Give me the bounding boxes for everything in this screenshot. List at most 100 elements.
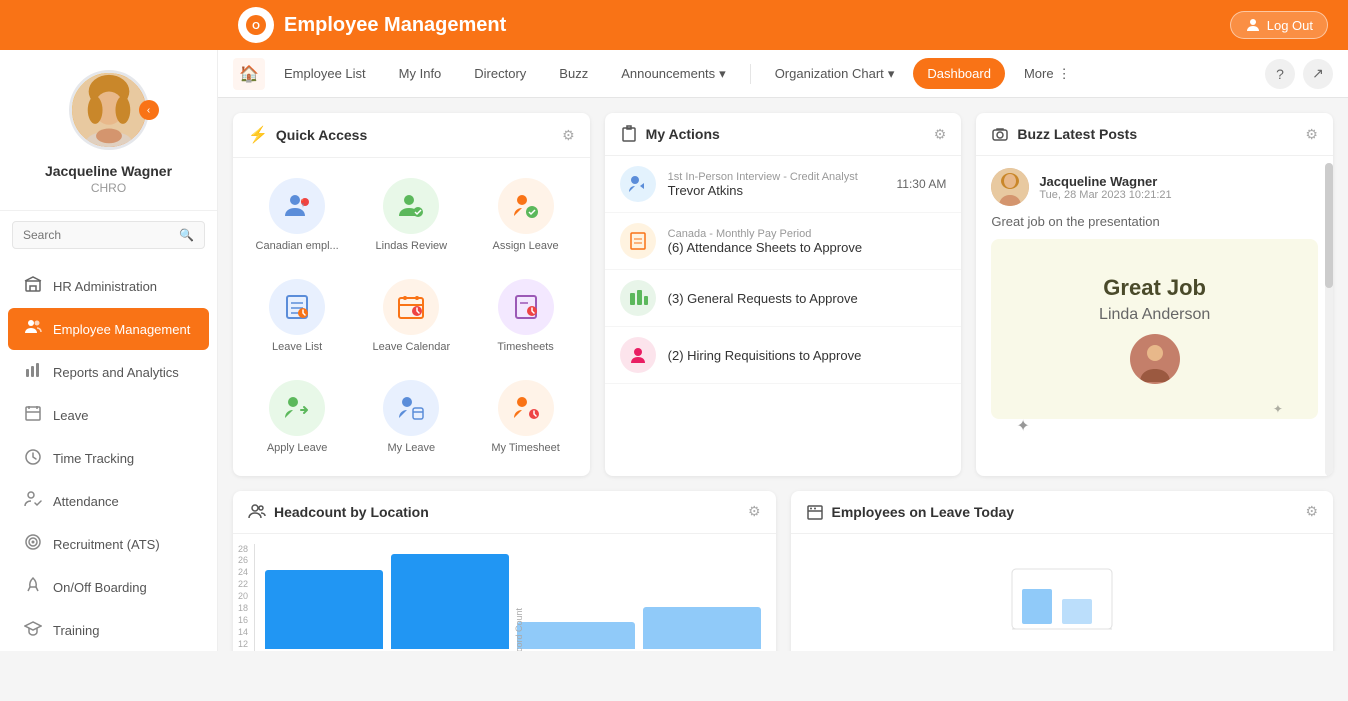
hr-admin-icon — [23, 275, 43, 297]
sidebar-item-training[interactable]: Training — [8, 609, 209, 651]
clipboard-icon — [620, 125, 638, 143]
tab-home-button[interactable]: 🏠 — [233, 58, 265, 90]
quick-access-title: ⚡ Quick Access — [248, 125, 562, 145]
share-button[interactable]: ↗ — [1303, 59, 1333, 89]
tabs-bar: 🏠 Employee List My Info Directory Buzz A… — [218, 50, 1348, 98]
interview-text: 1st In-Person Interview - Credit Analyst… — [668, 171, 885, 198]
dashboard-grid: ⚡ Quick Access ⚙ 📍 Canadian empl... — [218, 98, 1348, 491]
buzz-user-avatar-svg — [991, 168, 1029, 206]
svg-text:📍: 📍 — [298, 198, 308, 208]
quick-item-my-leave[interactable]: My Leave — [359, 372, 463, 463]
headcount-settings-icon[interactable]: ⚙ — [748, 503, 761, 520]
action-item-interview[interactable]: 1st In-Person Interview - Credit Analyst… — [605, 156, 962, 213]
sidebar-item-time-tracking[interactable]: Time Tracking — [8, 437, 209, 479]
calendar-icon — [24, 404, 42, 422]
employees-on-leave-settings-icon[interactable]: ⚙ — [1305, 503, 1318, 520]
quick-item-canadian-empl[interactable]: 📍 Canadian empl... — [245, 170, 349, 261]
target-icon — [24, 533, 42, 551]
sidebar-item-hr-admin[interactable]: HR Administration — [8, 265, 209, 307]
avatar-container: ‹ — [69, 70, 149, 150]
sidebar-item-label: Training — [53, 623, 99, 638]
my-leave-icon — [383, 380, 439, 436]
sidebar-item-label: Recruitment (ATS) — [53, 537, 160, 552]
reports-icon — [23, 361, 43, 383]
quick-item-leave-calendar[interactable]: Leave Calendar — [359, 271, 463, 362]
quick-item-timesheets[interactable]: Timesheets — [473, 271, 577, 362]
quick-access-settings-icon[interactable]: ⚙ — [562, 127, 575, 144]
hiring-text: (2) Hiring Requisitions to Approve — [668, 348, 947, 363]
interview-person-icon — [628, 174, 648, 194]
buzz-person-avatar — [1130, 334, 1180, 384]
decoration-star1: ✦ — [1016, 416, 1029, 436]
quick-item-apply-leave[interactable]: Apply Leave — [245, 372, 349, 463]
leave-icon — [23, 404, 43, 426]
leave-list-icon — [269, 279, 325, 335]
buzz-scrollbar-track[interactable] — [1325, 163, 1333, 476]
quick-item-my-timesheet[interactable]: My Timesheet — [473, 372, 577, 463]
more-dots-icon: ⋮ — [1058, 66, 1071, 82]
buzz-header: Buzz Latest Posts ⚙ — [976, 113, 1333, 156]
tab-actions: ? ↗ — [1265, 59, 1333, 89]
help-button[interactable]: ? — [1265, 59, 1295, 89]
logout-button[interactable]: Log Out — [1230, 11, 1328, 39]
quick-item-lindas-review[interactable]: Lindas Review — [359, 170, 463, 261]
interview-subtitle: 1st In-Person Interview - Credit Analyst — [668, 171, 885, 183]
buzz-settings-icon[interactable]: ⚙ — [1305, 126, 1318, 143]
tab-org-chart[interactable]: Organization Chart ▾ — [761, 58, 909, 90]
interview-time: 11:30 AM — [897, 177, 947, 191]
search-input[interactable] — [23, 228, 179, 242]
buzz-message: Great job on the presentation — [991, 214, 1318, 229]
sidebar-item-recruitment[interactable]: Recruitment (ATS) — [8, 523, 209, 565]
sidebar-search-box[interactable]: 🔍 — [12, 221, 205, 249]
clock-icon — [24, 447, 42, 465]
buzz-user-info: Jacqueline Wagner Tue, 28 Mar 2023 10:21… — [991, 168, 1318, 206]
buzz-user-details: Jacqueline Wagner Tue, 28 Mar 2023 10:21… — [1039, 174, 1171, 201]
sidebar-item-label: Attendance — [53, 494, 119, 509]
action-item-hiring[interactable]: (2) Hiring Requisitions to Approve — [605, 327, 962, 384]
my-actions-card: My Actions ⚙ 1st In-Person Interview - C… — [605, 113, 962, 476]
leave-list-label: Leave List — [272, 341, 322, 354]
sidebar-item-onboarding[interactable]: On/Off Boarding — [8, 566, 209, 608]
sidebar-item-label: HR Administration — [53, 279, 157, 294]
tab-separator — [750, 64, 751, 84]
my-actions-title: My Actions — [620, 125, 934, 143]
quick-item-leave-list[interactable]: Leave List — [245, 271, 349, 362]
my-timesheet-icon — [498, 380, 554, 436]
my-actions-header: My Actions ⚙ — [605, 113, 962, 156]
headcount-chart: 28 26 24 22 20 18 16 14 12 Rec — [233, 534, 776, 651]
sidebar-collapse-arrow[interactable]: ‹ — [139, 100, 159, 120]
sidebar-item-reports[interactable]: Reports and Analytics — [8, 351, 209, 393]
buzz-card-title: Great Job — [1103, 275, 1206, 301]
sidebar-item-label: Employee Management — [53, 322, 190, 337]
employees-on-leave-body — [791, 534, 1334, 651]
buzz-scrollbar-thumb[interactable] — [1325, 163, 1333, 288]
sidebar-item-emp-mgmt[interactable]: Employee Management — [8, 308, 209, 350]
tab-directory[interactable]: Directory — [460, 58, 540, 89]
my-actions-settings-icon[interactable]: ⚙ — [934, 126, 947, 143]
quick-access-grid: 📍 Canadian empl... Lindas Review Assign … — [233, 158, 590, 476]
sidebar-item-label: On/Off Boarding — [53, 580, 147, 595]
tab-my-info[interactable]: My Info — [385, 58, 456, 89]
sidebar-item-leave[interactable]: Leave — [8, 394, 209, 436]
tab-more[interactable]: More ⋮ — [1010, 58, 1085, 90]
timesheets-label: Timesheets — [497, 341, 553, 354]
action-item-attendance[interactable]: Canada - Monthly Pay Period (6) Attendan… — [605, 213, 962, 270]
tab-dashboard[interactable]: Dashboard — [913, 58, 1005, 89]
assign-leave-label: Assign Leave — [493, 240, 559, 253]
my-leave-label: My Leave — [387, 442, 435, 455]
buzz-user-name: Jacqueline Wagner — [1039, 174, 1171, 189]
buzz-avatar — [991, 168, 1029, 206]
tab-announcements[interactable]: Announcements ▾ — [607, 58, 739, 90]
quick-item-assign-leave[interactable]: Assign Leave — [473, 170, 577, 261]
graduation-icon — [24, 619, 42, 637]
tab-buzz[interactable]: Buzz — [545, 58, 602, 89]
action-item-general-requests[interactable]: (3) General Requests to Approve — [605, 270, 962, 327]
lindas-review-icon — [383, 178, 439, 234]
sidebar-item-attendance[interactable]: Attendance — [8, 480, 209, 522]
linda-avatar-svg — [1132, 336, 1178, 382]
page-title: Employee Management — [284, 14, 506, 37]
orange-logo-icon: O — [245, 14, 267, 36]
employees-icon — [23, 318, 43, 340]
general-requests-text: (3) General Requests to Approve — [668, 291, 947, 306]
tab-employee-list[interactable]: Employee List — [270, 58, 380, 89]
